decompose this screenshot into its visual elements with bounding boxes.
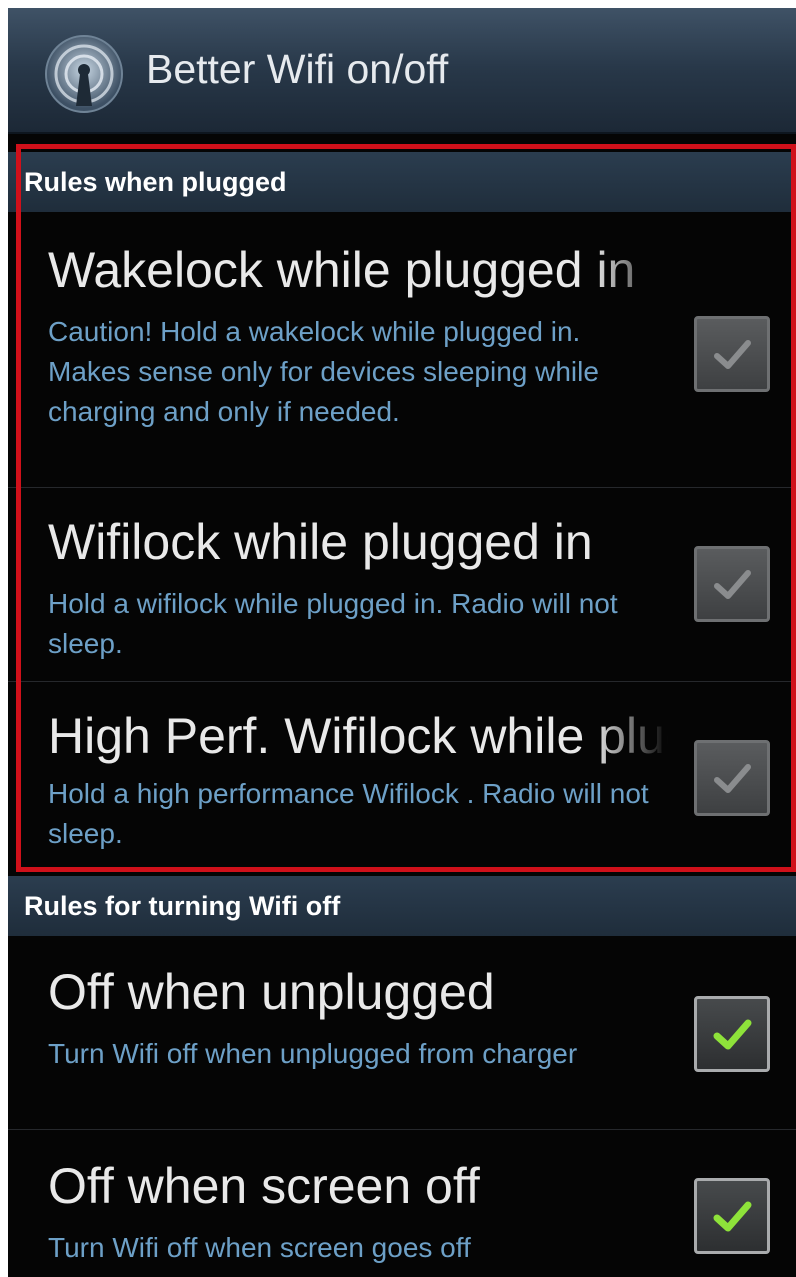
pref-wakelock-while-plugged[interactable]: Wakelock while plugged in Caution! Hold … — [8, 212, 796, 488]
pref-title: Wifilock while plugged in — [48, 514, 593, 570]
off-when-unplugged-checkbox[interactable] — [694, 996, 770, 1072]
pref-high-perf-wifilock[interactable]: High Perf. Wifilock while plugged in Hol… — [8, 682, 796, 866]
pref-off-when-screen-off[interactable]: Off when screen off Turn Wifi off when s… — [8, 1130, 796, 1277]
wifi-antenna-icon — [45, 35, 123, 113]
title-bar: Better Wifi on/off — [8, 8, 796, 134]
pref-summary: Hold a wifilock while plugged in. Radio … — [48, 588, 618, 659]
app-title: Better Wifi on/off — [146, 46, 449, 92]
pref-summary: Turn Wifi off when unplugged from charge… — [48, 1038, 578, 1069]
app-screen: Better Wifi on/off Rules when plugged Wa… — [8, 8, 796, 1277]
pref-summary: Caution! Hold a wakelock while plugged i… — [48, 316, 599, 427]
section-header-rules-for-turning-wifi-off: Rules for turning Wifi off — [8, 876, 796, 936]
pref-title: High Perf. Wifilock while plugged in — [48, 708, 668, 764]
pref-title: Off when unplugged — [48, 964, 495, 1020]
wifilock-checkbox[interactable] — [694, 546, 770, 622]
off-when-screen-off-checkbox[interactable] — [694, 1178, 770, 1254]
checkmark-icon — [713, 1019, 752, 1050]
wakelock-checkbox[interactable] — [694, 316, 770, 392]
pref-summary: Hold a high performance Wifilock . Radio… — [48, 778, 649, 849]
checkmark-icon — [714, 570, 751, 599]
checkmark-icon — [714, 764, 751, 793]
high-perf-wifilock-checkbox[interactable] — [694, 740, 770, 816]
pref-title: Wakelock while plugged in — [48, 242, 636, 298]
section-header-rules-when-plugged: Rules when plugged — [8, 152, 796, 212]
pref-wifilock-while-plugged[interactable]: Wifilock while plugged in Hold a wifiloc… — [8, 488, 796, 682]
checkmark-icon — [714, 340, 751, 369]
checkmark-icon — [713, 1201, 752, 1232]
pref-summary: Turn Wifi off when screen goes off — [48, 1232, 471, 1263]
pref-off-when-unplugged[interactable]: Off when unplugged Turn Wifi off when un… — [8, 936, 796, 1130]
pref-title: Off when screen off — [48, 1158, 480, 1214]
